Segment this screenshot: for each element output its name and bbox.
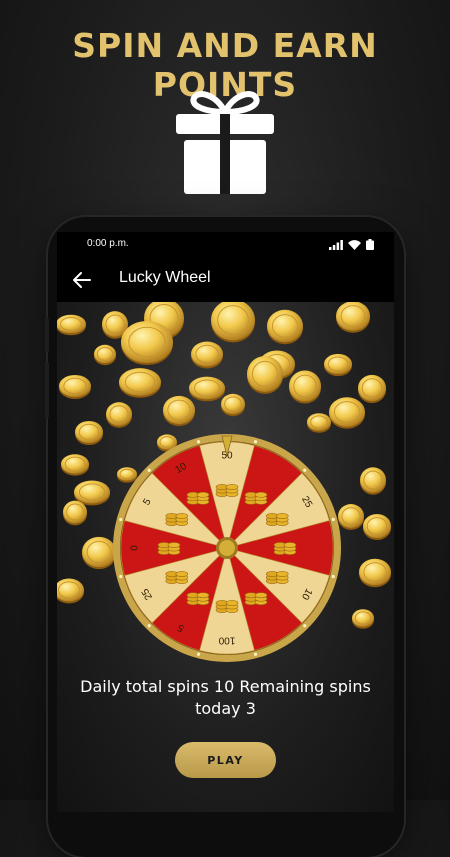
rim-dot xyxy=(147,624,151,628)
signal-icon xyxy=(329,239,343,250)
coin-stack-icon xyxy=(265,571,289,584)
spins-info-line2: today 3 xyxy=(195,699,256,718)
coin xyxy=(307,413,331,433)
wifi-icon xyxy=(348,239,361,250)
coin xyxy=(363,513,391,541)
coin-stack-icon xyxy=(273,542,297,555)
wheel-hub-inner xyxy=(219,540,235,556)
coin xyxy=(267,309,303,345)
rim-dot xyxy=(303,468,307,472)
coin xyxy=(57,578,84,604)
rim-dot xyxy=(253,440,258,444)
status-time: 0:00 p.m. xyxy=(87,238,129,249)
wheel-segment-label: 0 xyxy=(130,545,141,551)
coin xyxy=(63,500,87,526)
back-arrow-icon[interactable] xyxy=(70,268,94,292)
coin xyxy=(94,344,116,366)
rim-dot xyxy=(119,517,123,522)
coin-stack-icon xyxy=(244,592,268,606)
coin xyxy=(336,302,370,333)
rim-dot xyxy=(196,652,201,656)
coin xyxy=(57,314,86,336)
coin xyxy=(360,467,386,495)
app-bar: Lucky Wheel xyxy=(57,260,394,302)
spins-info-line1: Daily total spins 10 Remaining spins xyxy=(80,677,371,696)
coin-stack-icon xyxy=(157,542,181,555)
rim-dot xyxy=(303,624,307,628)
coin-stack-icon xyxy=(186,592,210,606)
coin xyxy=(61,454,89,476)
coin-stack-icon xyxy=(165,513,189,526)
lucky-wheel[interactable]: 5025101005250510 xyxy=(113,434,341,662)
rim-dot xyxy=(196,440,201,444)
coin xyxy=(329,397,365,429)
coin xyxy=(352,609,374,629)
coin xyxy=(59,374,91,400)
spins-info: Daily total spins 10 Remaining spins tod… xyxy=(57,676,394,720)
coin xyxy=(163,395,195,427)
phone-screen: 0:00 p.m. Lucky Wheel 50 25 10 100 5 25 … xyxy=(57,232,394,812)
coin xyxy=(247,356,283,394)
coin xyxy=(119,368,161,398)
coin xyxy=(359,558,391,588)
rim-dot xyxy=(119,574,123,579)
coin xyxy=(191,341,223,369)
gift-icon xyxy=(176,91,274,194)
rim-dot xyxy=(331,517,335,522)
battery-icon xyxy=(366,239,374,250)
coin xyxy=(358,374,386,404)
coin xyxy=(121,320,173,366)
side-button xyxy=(45,318,49,352)
rim-dot xyxy=(147,468,151,472)
coin-stack-icon xyxy=(165,571,189,584)
coin xyxy=(189,376,225,402)
rim-dot xyxy=(253,652,258,656)
wheel-segment-label: 100 xyxy=(218,634,235,645)
coin xyxy=(289,370,321,404)
play-button[interactable]: PLAY xyxy=(175,742,276,778)
coin xyxy=(324,353,352,377)
coin xyxy=(106,402,132,428)
coin-stack-icon xyxy=(186,491,210,505)
rim-dot xyxy=(331,574,335,579)
coin xyxy=(82,536,116,570)
status-bar: 0:00 p.m. xyxy=(57,232,394,260)
coin xyxy=(338,504,364,530)
page-title: Lucky Wheel xyxy=(119,269,211,286)
coin xyxy=(211,302,255,343)
coin-stack-icon xyxy=(265,513,289,526)
coin xyxy=(221,393,245,417)
side-button xyxy=(45,362,49,418)
coin-stack-icon xyxy=(215,484,239,497)
coin xyxy=(75,420,103,446)
coin-stack-icon xyxy=(244,491,268,505)
coin-stack-icon xyxy=(215,600,239,613)
